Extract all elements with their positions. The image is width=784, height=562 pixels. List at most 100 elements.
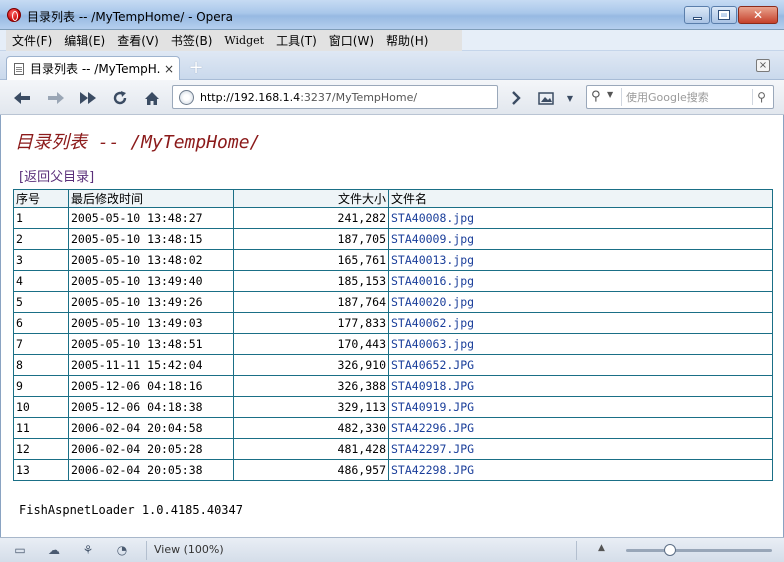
search-engine-dropdown-icon[interactable]: ▼ — [607, 90, 613, 99]
zoom-up-icon[interactable]: ▲ — [598, 543, 605, 553]
cell-modified-time: 2005-12-06 04:18:38 — [68, 396, 234, 418]
tab-bar: 目录列表 -- /MyTempH... × + × — [0, 51, 784, 80]
cell-file-name[interactable]: STA40009.jpg — [388, 228, 773, 250]
address-url[interactable]: http://192.168.1.4:3237/MyTempHome/ — [200, 91, 417, 104]
image-toggle-button[interactable] — [536, 88, 556, 108]
minimize-button[interactable] — [684, 6, 710, 24]
menu-item[interactable]: Widget — [218, 34, 270, 47]
cell-file-size: 170,443 — [233, 333, 389, 355]
cell-file-name[interactable]: STA40063.jpg — [388, 333, 773, 355]
tab-active[interactable]: 目录列表 -- /MyTempH... × — [6, 56, 180, 80]
tab-label: 目录列表 -- /MyTempH... — [30, 62, 160, 76]
minimize-icon — [692, 16, 702, 20]
go-forward-chevron-button[interactable] — [506, 88, 526, 108]
tab-close-button[interactable]: × — [164, 62, 174, 76]
cell-index: 9 — [13, 375, 69, 397]
cell-modified-time: 2005-05-10 13:48:15 — [68, 228, 234, 250]
search-box: ⚲ ▼ ⚲ — [586, 85, 774, 109]
chevron-down-icon: ▼ — [566, 93, 574, 103]
cell-index: 6 — [13, 312, 69, 334]
menu-bar: 文件(F) 编辑(E) 查看(V) 书签(B) Widget 工具(T) 窗口(W) 帮助(H… — [0, 30, 784, 51]
cell-file-name[interactable]: STA42298.JPG — [388, 459, 773, 481]
table-row: 6 2005-05-10 13:49:03 177,833 STA40062.jpg — [13, 312, 773, 334]
header-modified-time: 最后修改时间 — [68, 189, 234, 208]
cell-index: 13 — [13, 459, 69, 481]
cell-file-size: 187,764 — [233, 291, 389, 313]
status-bar: ▭ ☁ ⚘ ◔ View (100%) ▲ — [0, 537, 784, 562]
search-go-button[interactable]: ⚲ — [752, 89, 770, 105]
search-icon[interactable]: ⚲ — [591, 90, 605, 104]
chevron-right-icon — [512, 91, 521, 105]
header-file-name: 文件名 — [388, 189, 773, 208]
cell-file-size: 486,957 — [233, 459, 389, 481]
menu-item[interactable]: 帮助(H) — [380, 32, 434, 49]
cell-file-size: 187,705 — [233, 228, 389, 250]
cell-modified-time: 2005-05-10 13:49:26 — [68, 291, 234, 313]
status-separator — [146, 541, 147, 560]
back-button[interactable] — [12, 88, 32, 108]
title-bar: 目录列表 -- /MyTempHome/ - Opera ✕ — [0, 0, 784, 30]
header-file-size: 文件大小 — [233, 189, 389, 208]
cloud-unite-icon[interactable]: ☁ — [46, 543, 62, 557]
cell-modified-time: 2005-05-10 13:49:40 — [68, 270, 234, 292]
forward-arrow-icon — [48, 92, 64, 104]
maximize-button[interactable] — [711, 6, 737, 24]
maximize-icon — [718, 10, 730, 20]
new-tab-button[interactable]: + — [188, 59, 204, 77]
zoom-slider-track[interactable] — [626, 549, 772, 552]
close-button[interactable]: ✕ — [738, 6, 778, 24]
cell-index: 11 — [13, 417, 69, 439]
cell-index: 1 — [13, 207, 69, 229]
table-row: 1 2005-05-10 13:48:27 241,282 STA40008.jpg — [13, 207, 773, 229]
window-title: 目录列表 -- /MyTempHome/ - Opera — [27, 10, 233, 24]
parent-directory-link[interactable]: 返回父目录 — [24, 170, 89, 185]
cell-file-size: 329,113 — [233, 396, 389, 418]
speed-dial-icon[interactable]: ◔ — [114, 543, 130, 557]
cell-file-name[interactable]: STA40020.jpg — [388, 291, 773, 313]
cell-file-name[interactable]: STA42297.JPG — [388, 438, 773, 460]
search-input[interactable] — [621, 88, 745, 106]
image-icon — [538, 91, 554, 105]
menu-item[interactable]: 工具(T) — [270, 32, 323, 49]
fast-forward-icon — [80, 92, 96, 104]
cell-file-name[interactable]: STA40062.jpg — [388, 312, 773, 334]
menu-item[interactable]: 编辑(E) — [58, 32, 111, 49]
cell-index: 8 — [13, 354, 69, 376]
cell-file-size: 177,833 — [233, 312, 389, 334]
cell-index: 5 — [13, 291, 69, 313]
table-row: 13 2006-02-04 20:05:38 486,957 STA42298.JPG — [13, 459, 773, 481]
cell-file-name[interactable]: STA40013.jpg — [388, 249, 773, 271]
fast-forward-button[interactable] — [78, 88, 98, 108]
cell-file-name[interactable]: STA40008.jpg — [388, 207, 773, 229]
cell-index: 2 — [13, 228, 69, 250]
share-icon[interactable]: ⚘ — [80, 543, 96, 557]
forward-button[interactable] — [46, 88, 66, 108]
close-icon: ✕ — [752, 8, 764, 22]
address-bar[interactable]: http://192.168.1.4:3237/MyTempHome/ — [172, 85, 498, 109]
menu-item[interactable]: 书签(B) — [165, 32, 219, 49]
menu-item[interactable]: 窗口(W) — [323, 32, 380, 49]
table-row: 9 2005-12-06 04:18:16 326,388 STA40918.JPG — [13, 375, 773, 397]
cell-modified-time: 2005-11-11 15:42:04 — [68, 354, 234, 376]
cell-file-name[interactable]: STA40652.JPG — [388, 354, 773, 376]
cell-file-name[interactable]: STA40918.JPG — [388, 375, 773, 397]
cell-file-name[interactable]: STA40016.jpg — [388, 270, 773, 292]
cell-file-name[interactable]: STA40919.JPG — [388, 396, 773, 418]
reload-button[interactable] — [110, 88, 130, 108]
menu-item[interactable]: 查看(V) — [111, 32, 165, 49]
cell-index: 10 — [13, 396, 69, 418]
table-row: 8 2005-11-11 15:42:04 326,910 STA40652.JPG — [13, 354, 773, 376]
zoom-slider-thumb[interactable] — [663, 544, 676, 556]
cell-modified-time: 2005-05-10 13:48:51 — [68, 333, 234, 355]
image-dropdown-button[interactable]: ▼ — [560, 88, 580, 108]
menu-item[interactable]: 文件(F) — [6, 32, 58, 49]
cell-file-size: 481,428 — [233, 438, 389, 460]
home-button[interactable] — [142, 88, 162, 108]
panel-toggle-icon[interactable]: ▭ — [12, 543, 28, 557]
table-header-row: 序号 最后修改时间 文件大小 文件名 — [13, 189, 773, 208]
cell-file-name[interactable]: STA42296.JPG — [388, 417, 773, 439]
cell-modified-time: 2006-02-04 20:05:28 — [68, 438, 234, 460]
trash-icon[interactable]: × — [756, 59, 770, 72]
table-row: 5 2005-05-10 13:49:26 187,764 STA40020.jpg — [13, 291, 773, 313]
zoom-label[interactable]: View (100%) — [154, 543, 224, 556]
